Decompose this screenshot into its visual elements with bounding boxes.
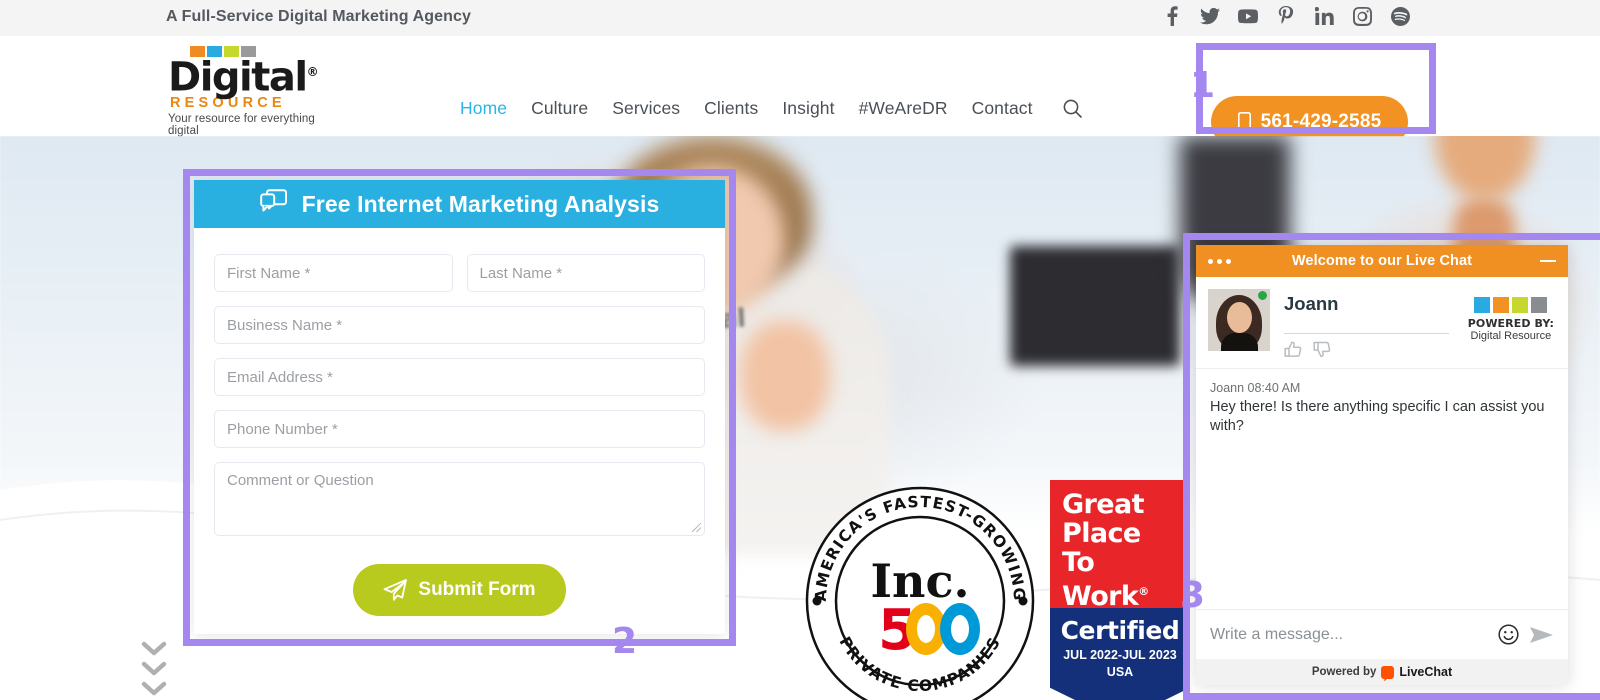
chat-header: Welcome to our Live Chat	[1196, 245, 1568, 277]
comment-textarea[interactable]: Comment or Question	[214, 462, 705, 536]
agent-name: Joann	[1284, 293, 1339, 314]
powered-by-brand: Digital Resource	[1470, 330, 1552, 342]
chevron-down-icon	[141, 681, 167, 696]
email-address-field[interactable]: Email Address *	[214, 358, 705, 396]
logo-registered: ®	[306, 65, 319, 79]
scroll-down-chevrons[interactable]	[141, 641, 167, 696]
logo[interactable]: Digital® RESOURCE Your resource for ever…	[168, 46, 319, 138]
logo-tagline: Your resource for everything digital	[168, 113, 315, 138]
spotify-icon[interactable]	[1390, 6, 1410, 26]
thumbs-up-icon[interactable]	[1284, 341, 1302, 358]
divider	[1284, 333, 1449, 334]
nav-item-contact[interactable]: Contact	[972, 98, 1033, 119]
chevron-down-icon	[141, 661, 167, 676]
phone-number-label: 561-429-2585	[1260, 111, 1382, 132]
chat-bubbles-icon	[259, 189, 288, 219]
logo-word-text: Digital	[168, 54, 308, 101]
nav-item-clients[interactable]: Clients	[704, 98, 758, 119]
message-meta: Joann 08:40 AM	[1210, 381, 1301, 395]
submit-form-button[interactable]: Submit Form	[353, 564, 566, 616]
form-body: First Name * Last Name * Business Name *…	[194, 228, 725, 616]
agent-meta: Joann	[1284, 289, 1449, 358]
paper-plane-icon	[383, 579, 408, 601]
site-header: Digital® RESOURCE Your resource for ever…	[0, 36, 1600, 148]
mobile-phone-icon	[1237, 112, 1251, 132]
twitter-icon[interactable]	[1200, 6, 1220, 26]
chat-header-title: Welcome to our Live Chat	[1291, 253, 1473, 269]
top-bar: A Full-Service Digital Marketing Agency	[0, 0, 1600, 36]
main-navigation: Home Culture Services Clients Insight #W…	[460, 98, 1082, 119]
gptw-dates: JUL 2022-JUL 2023	[1063, 648, 1177, 662]
gptw-line2: Place	[1062, 518, 1141, 549]
lead-form: Free Internet Marketing Analysis First N…	[194, 180, 725, 634]
linkedin-icon[interactable]	[1314, 6, 1334, 26]
chat-footer-prefix: Powered by	[1311, 666, 1377, 678]
social-links	[1162, 6, 1410, 26]
powered-by-label: POWERED BY:	[1467, 317, 1554, 330]
annotation-number-2: 2	[612, 621, 638, 662]
live-chat-widget: Welcome to our Live Chat Joann POWERED B…	[1196, 245, 1568, 685]
last-name-field[interactable]: Last Name *	[466, 254, 705, 292]
page-root: A Full-Service Digital Marketing Agency	[0, 0, 1600, 700]
online-status-dot	[1258, 291, 1267, 300]
nav-item-insight[interactable]: Insight	[782, 98, 834, 119]
nav-item-home[interactable]: Home	[460, 98, 507, 119]
logo-wordmark: Digital®	[168, 55, 319, 97]
gptw-certified: Certified	[1060, 616, 1180, 645]
emoji-smiley-icon[interactable]	[1498, 624, 1519, 645]
form-title: Free Internet Marketing Analysis	[301, 190, 660, 217]
gptw-country: USA	[1106, 665, 1134, 679]
site-tagline: A Full-Service Digital Marketing Agency	[166, 8, 472, 25]
gptw-line4: Work®	[1062, 581, 1149, 612]
nav-item-services[interactable]: Services	[612, 98, 680, 119]
phone-number-field[interactable]: Phone Number *	[214, 410, 705, 448]
send-arrow-icon[interactable]	[1529, 625, 1554, 645]
gptw-registered: ®	[1138, 585, 1149, 598]
business-name-field[interactable]: Business Name *	[214, 306, 705, 344]
powered-by-digital-resource: POWERED BY: Digital Resource	[1468, 297, 1554, 342]
great-place-to-work-badge: Great Place To Work® Certified JUL 2022-…	[1050, 480, 1190, 700]
pinterest-icon[interactable]	[1276, 6, 1296, 26]
annotation-number-1: 1	[1190, 65, 1216, 106]
submit-form-label: Submit Form	[418, 579, 536, 600]
nav-item-culture[interactable]: Culture	[531, 98, 588, 119]
chevron-down-icon	[141, 641, 167, 656]
dr-color-squares	[1468, 297, 1554, 313]
chat-message: Joann 08:40 AM Hey there! Is there anyth…	[1210, 381, 1554, 436]
annotation-number-3: 3	[1180, 575, 1206, 616]
inc-500-badge: AMERICA'S FASTEST-GROWING PRIVATE COMPAN…	[800, 481, 1040, 700]
chat-footer: Powered by LiveChat	[1196, 659, 1568, 685]
livechat-icon	[1381, 665, 1395, 679]
chat-agent-row: Joann POWERED BY: Digital Resource	[1196, 277, 1568, 369]
instagram-icon[interactable]	[1352, 6, 1372, 26]
chat-footer-brand: LiveChat	[1399, 665, 1453, 679]
more-options-icon[interactable]	[1208, 258, 1231, 264]
inc-badge-number: 5	[878, 598, 980, 663]
rating-buttons	[1284, 341, 1449, 358]
search-icon[interactable]	[1063, 99, 1082, 118]
nav-item-weeredr[interactable]: #WeAreDR	[859, 98, 948, 119]
gptw-red-panel: Great Place To Work®	[1050, 480, 1190, 612]
chat-input-row: Write a message...	[1196, 609, 1568, 659]
first-name-field[interactable]: First Name *	[214, 254, 453, 292]
gptw-line3: To	[1062, 547, 1095, 578]
chat-message-input[interactable]: Write a message...	[1210, 626, 1488, 644]
minimize-icon[interactable]	[1540, 260, 1556, 262]
submit-row: Submit Form	[214, 564, 705, 616]
form-header: Free Internet Marketing Analysis	[194, 180, 725, 228]
name-row: First Name * Last Name *	[214, 254, 705, 292]
gptw-line1: Great	[1062, 489, 1145, 520]
youtube-icon[interactable]	[1238, 6, 1258, 26]
message-text: Hey there! Is there anything specific I …	[1210, 399, 1545, 434]
facebook-icon[interactable]	[1162, 6, 1182, 26]
gptw-blue-panel: Certified JUL 2022-JUL 2023 USA	[1050, 608, 1190, 700]
thumbs-down-icon[interactable]	[1313, 341, 1331, 358]
chat-message-list: Joann 08:40 AM Hey there! Is there anyth…	[1196, 369, 1568, 609]
